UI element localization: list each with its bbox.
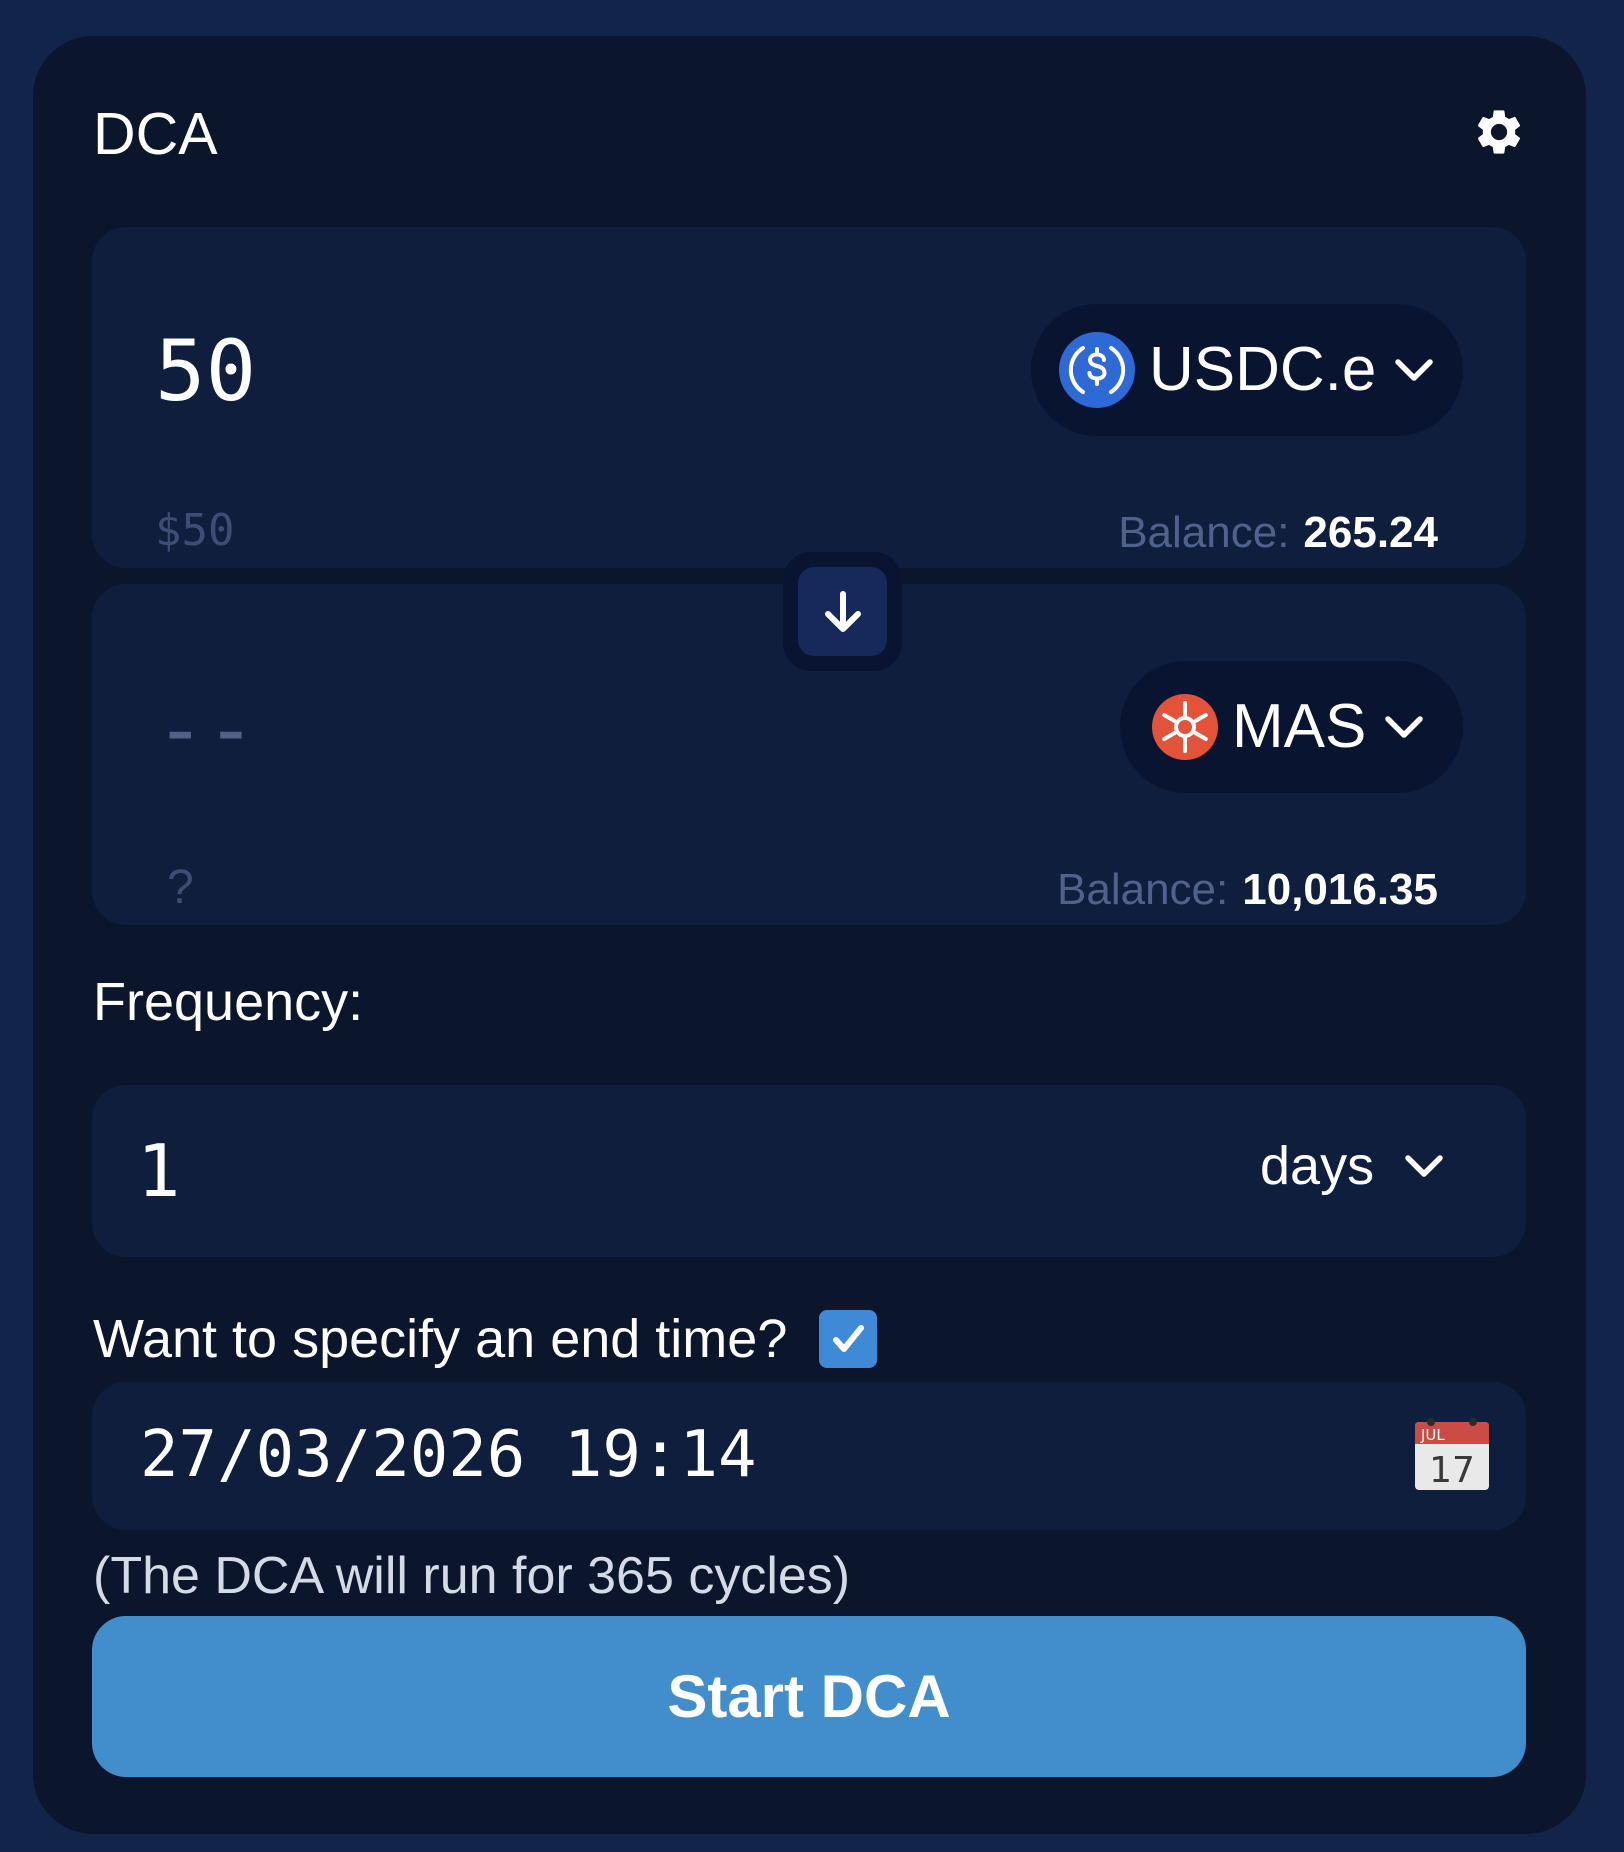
chevron-down-icon: [1395, 359, 1434, 381]
to-token-symbol: MAS: [1232, 692, 1367, 761]
from-token-symbol: USDC.e: [1149, 335, 1377, 404]
checkmark-icon: [833, 1325, 865, 1352]
end-time-label: Want to specify an end time?: [93, 1309, 788, 1369]
dca-card: DCA 50 USDC.e $50 Balance: 265.24 -- MAS…: [33, 36, 1586, 1834]
switch-tokens-button[interactable]: [798, 567, 887, 656]
from-balance[interactable]: Balance: 265.24: [1118, 506, 1438, 560]
frequency-value-input[interactable]: 1: [137, 1127, 180, 1215]
cycles-note: (The DCA will run for 365 cycles): [93, 1547, 851, 1605]
to-balance-value: 10,016.35: [1242, 865, 1438, 914]
frequency-unit-label: days: [1260, 1136, 1375, 1196]
gear-icon[interactable]: [1472, 105, 1526, 159]
to-amount-output: --: [155, 680, 257, 778]
end-time-checkbox[interactable]: [819, 1310, 878, 1368]
frequency-field: 1 days: [92, 1085, 1526, 1257]
end-time-row: Want to specify an end time?: [93, 1303, 878, 1375]
chevron-down-icon: [1385, 716, 1424, 738]
switch-tokens-wrapper: [783, 552, 902, 671]
start-dca-button[interactable]: Start DCA: [92, 1616, 1526, 1777]
to-balance: Balance: 10,016.35: [1057, 863, 1438, 917]
to-token-selector[interactable]: MAS: [1120, 661, 1463, 793]
calendar-icon[interactable]: JUL 17: [1413, 1416, 1491, 1492]
from-token-selector[interactable]: USDC.e: [1031, 304, 1463, 436]
arrow-down-icon: [824, 590, 861, 632]
frequency-unit-select[interactable]: days: [1260, 1133, 1448, 1199]
end-time-input[interactable]: 27/03/2026 19:14: [140, 1410, 757, 1500]
from-token-panel: 50 USDC.e $50 Balance: 265.24: [92, 227, 1526, 568]
calendar-month: JUL: [1420, 1426, 1445, 1444]
from-usd-value: $50: [155, 505, 235, 556]
from-amount-input[interactable]: 50: [155, 321, 256, 421]
calendar-day: 17: [1429, 1450, 1475, 1491]
usdc-token-icon: [1059, 332, 1135, 408]
from-balance-value: 265.24: [1303, 508, 1438, 557]
frequency-label: Frequency:: [93, 972, 364, 1032]
from-balance-label: Balance:: [1118, 508, 1290, 557]
mas-token-icon: [1152, 694, 1218, 760]
widget-title: DCA: [93, 101, 218, 167]
chevron-down-icon: [1405, 1155, 1443, 1177]
to-usd-value: ?: [167, 861, 194, 914]
to-balance-label: Balance:: [1057, 865, 1229, 914]
end-time-field[interactable]: 27/03/2026 19:14 JUL 17: [92, 1382, 1526, 1530]
